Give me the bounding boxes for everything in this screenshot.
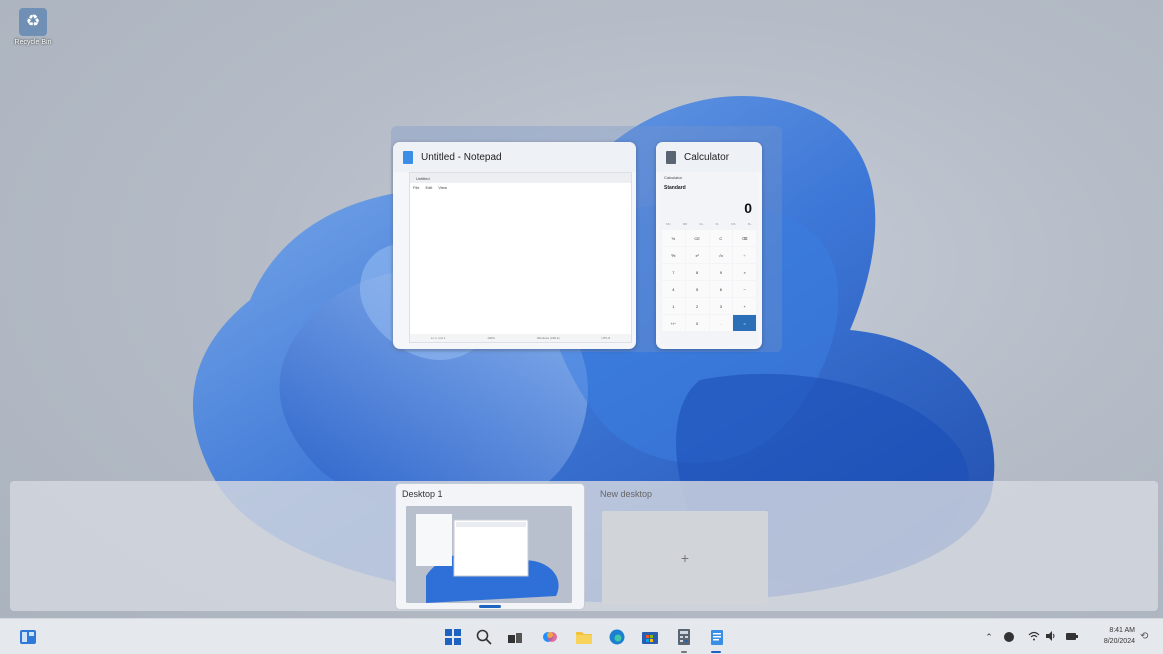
new-desktop-plus-icon: + <box>602 511 768 604</box>
onedrive-icon[interactable] <box>1004 632 1014 642</box>
calc-key: % <box>662 230 685 246</box>
calc-memory-row: MC MR M+ M- MS M~ <box>666 222 752 226</box>
calculator-icon <box>678 629 690 645</box>
copilot-button[interactable] <box>540 627 560 647</box>
calc-key: 7 <box>662 264 685 280</box>
calc-key: 1 <box>662 298 685 314</box>
notifications-button[interactable]: ⟲ <box>1140 631 1148 642</box>
notepad-icon <box>711 630 723 645</box>
notepad-menu: File Edit View <box>410 183 631 191</box>
new-desktop-button[interactable]: New desktop + <box>594 484 768 609</box>
file-explorer-icon <box>576 632 592 644</box>
calc-key: ⌫ <box>733 230 756 246</box>
widgets-icon <box>20 630 36 644</box>
calc-key: 9 <box>709 264 733 280</box>
new-desktop-label: New desktop <box>600 489 653 499</box>
search-icon <box>476 629 492 645</box>
virtual-desktops-strip: Desktop 1 New desktop + <box>10 481 1158 611</box>
calc-key: CE <box>685 230 709 246</box>
search-button[interactable] <box>474 627 494 647</box>
task-view-window-group: Untitled - Notepad Untitled File Edit Vi… <box>391 126 782 352</box>
desktop-preview <box>406 506 572 603</box>
start-icon <box>445 629 461 645</box>
calc-key: ⅟x <box>662 247 685 263</box>
desktop-preview-image <box>406 506 572 603</box>
calc-key: C <box>709 230 733 246</box>
calc-key: ÷ <box>733 247 756 263</box>
task-view-icon <box>508 633 522 643</box>
menu-edit: Edit <box>425 184 433 190</box>
task-view-window-notepad[interactable]: Untitled - Notepad Untitled File Edit Vi… <box>393 142 636 349</box>
running-indicator-calculator <box>681 651 687 653</box>
calc-mode: Standard <box>664 185 686 191</box>
menu-view: View <box>438 184 447 190</box>
desktop-thumbnail-desktop-1[interactable]: Desktop 1 <box>396 484 584 609</box>
calc-key: 3 <box>709 298 733 314</box>
calc-keypad: % CE C ⌫ ⅟x x² √x ÷ 7 8 9 × 4 5 6− 1 2 3 + +/− 0. = <box>660 230 758 331</box>
calc-key: + <box>733 298 756 314</box>
system-tray: ⌃ <box>982 619 1078 654</box>
file-explorer-button[interactable] <box>574 627 594 647</box>
taskbar: ⌃ 8:41 AM 8/20/2024 ⟲ <box>0 618 1163 654</box>
edge-icon <box>609 629 625 645</box>
wifi-icon[interactable] <box>1028 631 1040 643</box>
notepad-status-bar: Ln 1, Col 1 100% Windows (CRLF) UTF-8 <box>410 334 631 342</box>
calc-key: × <box>733 264 756 280</box>
task-view-window-calculator[interactable]: Calculator Calculator Standard 0 MC MR M… <box>656 142 762 349</box>
chevron-up-icon[interactable]: ⌃ <box>982 632 996 643</box>
calculator-icon <box>666 150 676 164</box>
window-title: Untitled - Notepad <box>421 151 502 163</box>
window-title: Calculator <box>684 151 730 163</box>
calc-key: 2 <box>685 298 709 314</box>
calc-key: 6 <box>709 281 733 297</box>
calc-key: 4 <box>662 281 685 297</box>
window-title-bar: Calculator <box>656 142 762 172</box>
calc-key: 0 <box>685 315 709 331</box>
calc-key: x² <box>685 247 709 263</box>
calculator-taskbar-button[interactable] <box>674 627 694 647</box>
window-title-bar: Untitled - Notepad <box>393 142 636 172</box>
edge-button[interactable] <box>607 627 627 647</box>
clock-time: 8:41 AM <box>1109 627 1135 634</box>
desktop-icon-recycle-bin[interactable]: ♻ Recycle Bin <box>8 8 58 46</box>
notepad-icon <box>403 150 413 164</box>
calc-key: . <box>709 315 733 331</box>
volume-icon[interactable] <box>1046 631 1056 643</box>
task-view-button[interactable] <box>505 627 525 647</box>
notepad-preview: Untitled File Edit View Ln 1, Col 1 100%… <box>409 172 632 343</box>
start-button[interactable] <box>443 627 463 647</box>
battery-icon[interactable] <box>1066 632 1078 642</box>
calc-top-label: Calculator <box>664 174 683 180</box>
calculator-preview: Calculator Standard 0 MC MR M+ M- MS M~ … <box>660 172 758 345</box>
calc-key: − <box>733 281 756 297</box>
widgets-button[interactable] <box>18 627 38 647</box>
desktop-label: Desktop 1 <box>402 489 443 499</box>
active-desktop-indicator <box>479 605 501 608</box>
notepad-tab: Untitled <box>410 173 631 183</box>
calc-key: 5 <box>685 281 709 297</box>
clock[interactable]: 8:41 AM 8/20/2024 <box>1091 625 1135 647</box>
calc-key: √x <box>709 247 733 263</box>
notepad-taskbar-button[interactable] <box>707 627 727 647</box>
calc-key: +/− <box>662 315 685 331</box>
calc-display: 0 <box>744 200 752 216</box>
calc-key: = <box>733 315 756 331</box>
recycle-bin-icon: ♻ <box>19 8 47 36</box>
desktop-icon-label: Recycle Bin <box>14 39 52 46</box>
copilot-icon <box>543 632 557 642</box>
store-button[interactable] <box>640 627 660 647</box>
clock-date: 8/20/2024 <box>1103 638 1135 645</box>
menu-file: File <box>413 184 420 190</box>
store-icon <box>642 632 658 644</box>
calc-key: 8 <box>685 264 709 280</box>
notification-bell-icon: ⟲ <box>1140 631 1149 642</box>
running-indicator-notepad <box>711 651 721 653</box>
